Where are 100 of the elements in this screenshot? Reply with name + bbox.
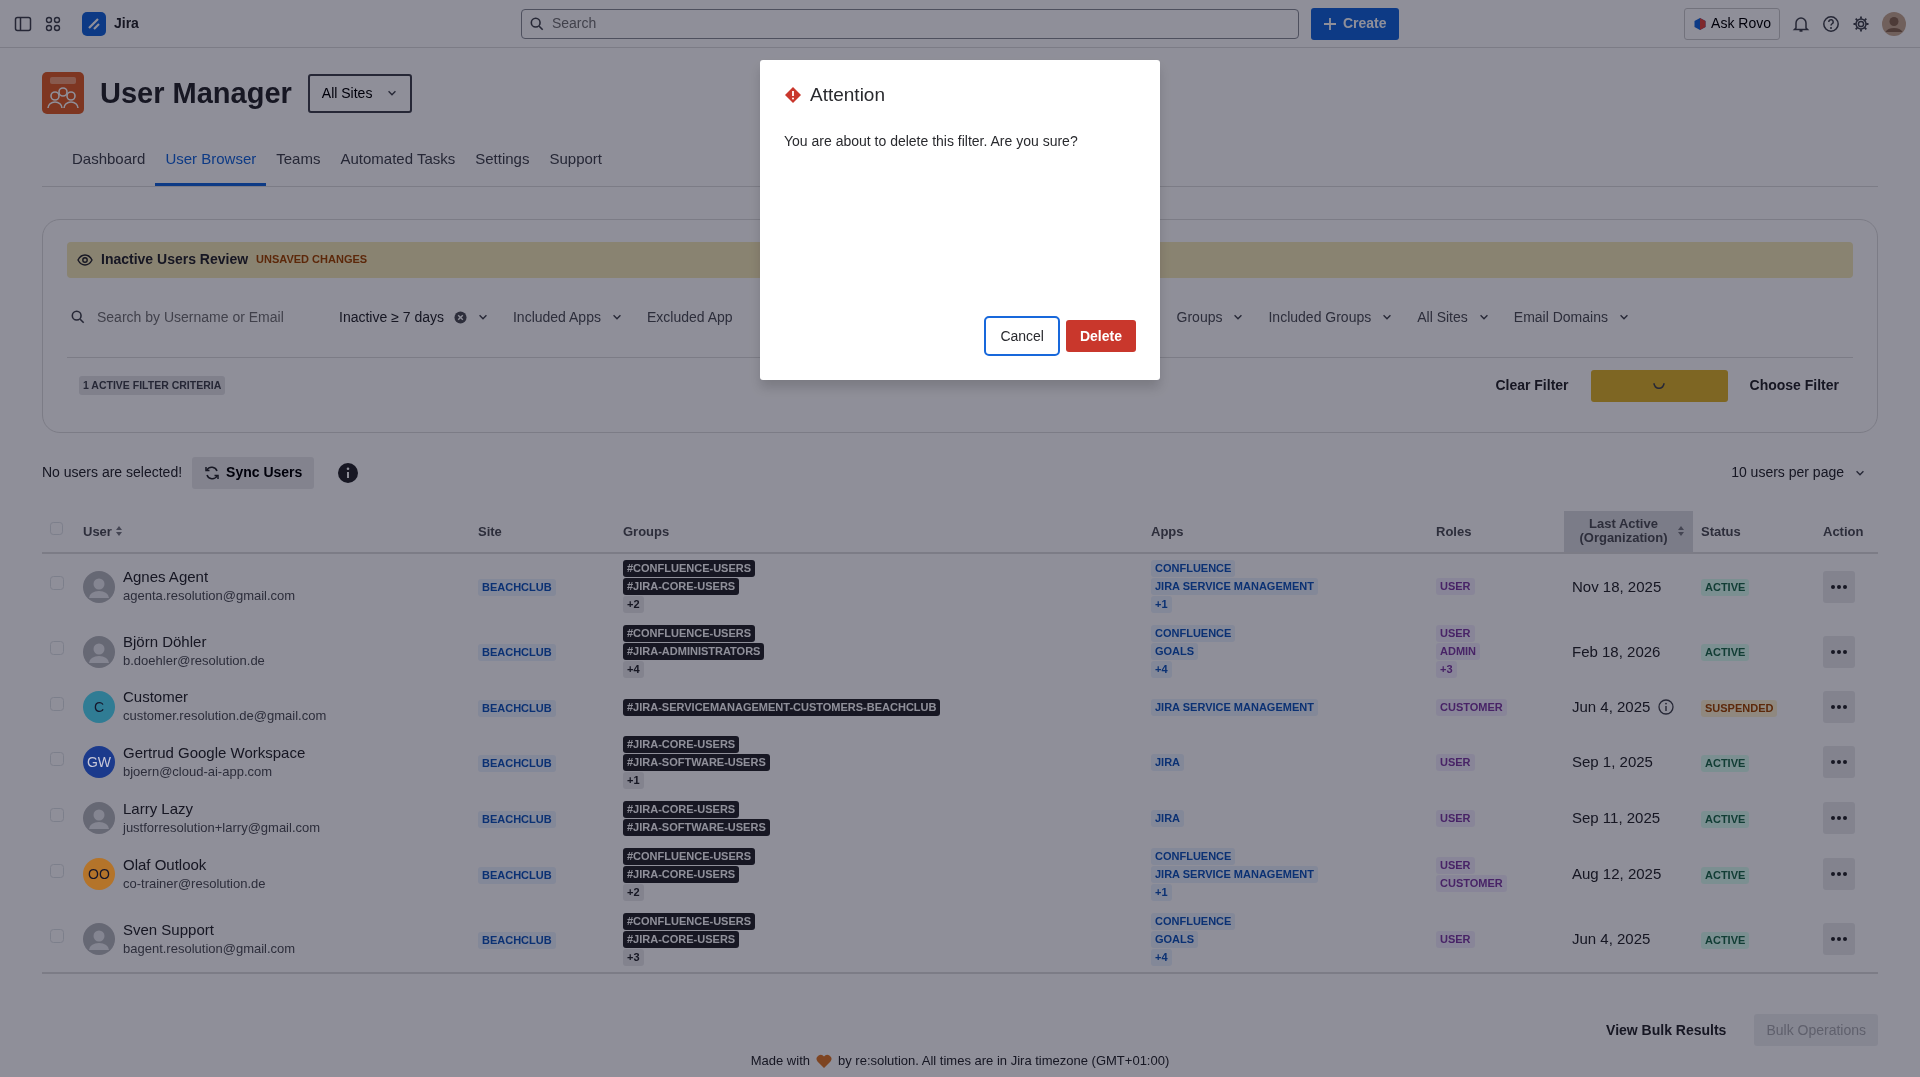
more-tag[interactable]: +2	[623, 883, 644, 901]
status-tag: ACTIVE	[1701, 931, 1750, 949]
column-header: Action	[1815, 510, 1878, 554]
sync-users-button[interactable]: Sync Users	[192, 456, 315, 489]
sync-icon	[204, 464, 221, 481]
sort-icon	[115, 526, 122, 537]
create-button[interactable]: Create	[1310, 7, 1399, 40]
filter-dropdown[interactable]: Included Groups	[1256, 306, 1406, 328]
more-tag[interactable]: +4	[623, 661, 644, 679]
app-name[interactable]: Jira	[114, 13, 139, 34]
last-active-date: Nov 18, 2025	[1572, 576, 1662, 597]
filter-name: Inactive Users Review	[101, 250, 249, 269]
column-header: Apps	[1143, 510, 1428, 554]
more-actions-button[interactable]	[1823, 858, 1855, 891]
sidebar-toggle-icon[interactable]	[14, 14, 32, 33]
more-actions-button[interactable]	[1823, 691, 1855, 724]
nav-tab[interactable]: Support	[539, 140, 612, 186]
user-email: b.doehler@resolution.de	[123, 652, 265, 671]
user-name[interactable]: Agnes Agent	[123, 568, 296, 587]
criteria-tag: 1 ACTIVE FILTER CRITERIA	[79, 375, 226, 396]
view-bulk-results-button[interactable]: View Bulk Results	[1592, 1013, 1741, 1047]
app-tag: CONFLUENCE	[1151, 560, 1236, 578]
page-size-select[interactable]: 10 users per page	[1719, 462, 1878, 483]
more-tag[interactable]: +3	[623, 948, 644, 966]
dots-icon	[1831, 705, 1847, 710]
group-tag: #JIRA-CORE-USERS	[623, 735, 740, 753]
hexagon-logo-icon	[1693, 16, 1708, 31]
last-active-date: Jun 4, 2025	[1572, 696, 1651, 717]
more-actions-button[interactable]	[1823, 746, 1855, 779]
role-tag: USER	[1436, 809, 1475, 827]
app-tag: CONFLUENCE	[1151, 847, 1236, 865]
bell-icon[interactable]	[1792, 14, 1810, 33]
more-tag[interactable]: +4	[1151, 661, 1172, 679]
search-input[interactable]: Search	[549, 12, 1290, 35]
user-name[interactable]: Larry Lazy	[123, 799, 321, 818]
user-name[interactable]: Customer	[123, 688, 327, 707]
avatar: GW	[83, 746, 115, 779]
status-tag: ACTIVE	[1701, 754, 1750, 772]
info-icon[interactable]	[1658, 699, 1675, 716]
user-email: agenta.resolution@gmail.com	[123, 587, 296, 606]
user-name[interactable]: Sven Support	[123, 920, 296, 939]
help-icon[interactable]	[1822, 14, 1840, 33]
more-actions-button[interactable]	[1823, 570, 1855, 603]
role-tag: USER	[1436, 625, 1475, 643]
more-actions-button[interactable]	[1823, 923, 1855, 956]
column-header[interactable]: User	[75, 510, 470, 554]
choose-filter-button[interactable]: Choose Filter	[1735, 369, 1853, 402]
delete-button[interactable]: Delete	[1065, 320, 1136, 352]
app-grid-icon[interactable]	[44, 14, 62, 33]
filter-dropdown[interactable]: Included Apps	[500, 306, 635, 328]
settings-icon[interactable]	[1852, 14, 1870, 33]
filter-dropdown[interactable]: Excluded App	[634, 306, 745, 328]
cancel-button[interactable]: Cancel	[984, 316, 1060, 356]
filter-dropdown[interactable]: Email Domains	[1501, 306, 1642, 328]
last-active-date: Sep 11, 2025	[1572, 808, 1661, 829]
more-actions-button[interactable]	[1823, 802, 1855, 835]
site-tag: BEACHCLUB	[478, 810, 556, 828]
user-name[interactable]: Gertrud Google Workspace	[123, 743, 306, 762]
status-tag: ACTIVE	[1701, 810, 1750, 828]
user-name[interactable]: Olaf Outlook	[123, 855, 266, 874]
nav-tab[interactable]: Settings	[465, 140, 540, 186]
group-tag: #CONFLUENCE-USERS	[623, 847, 756, 865]
clear-filter-button[interactable]: Clear Filter	[1481, 369, 1583, 402]
avatar-icon[interactable]	[1882, 11, 1906, 36]
app-tag: GOALS	[1151, 643, 1199, 661]
more-tag[interactable]: +4	[1151, 948, 1172, 966]
nav-tab[interactable]: Teams	[266, 140, 331, 186]
more-tag[interactable]: +1	[623, 771, 644, 789]
warning-icon	[784, 86, 802, 105]
group-tag: #CONFLUENCE-USERS	[623, 625, 756, 643]
last-active-date: Aug 12, 2025	[1572, 864, 1662, 885]
info-icon[interactable]	[338, 462, 359, 483]
filter-dropdown[interactable]: All Sites	[1405, 306, 1502, 328]
ask-rovo-button[interactable]: Ask Rovo	[1684, 7, 1780, 40]
user-search-field[interactable]: Search by Username or Email	[95, 305, 327, 329]
group-tag: #JIRA-SOFTWARE-USERS	[623, 818, 770, 836]
nav-tab[interactable]: Dashboard	[62, 140, 156, 186]
nav-tab[interactable]: Automated Tasks	[330, 140, 466, 186]
more-actions-button[interactable]	[1823, 635, 1855, 668]
group-tag: #JIRA-CORE-USERS	[623, 930, 740, 948]
nav-tab[interactable]: User Browser	[155, 140, 267, 186]
more-tag[interactable]: +1	[1151, 596, 1172, 614]
app-logo-icon[interactable]	[82, 11, 106, 36]
status-tag: ACTIVE	[1701, 866, 1750, 884]
more-tag[interactable]: +3	[1436, 661, 1457, 679]
filter-dropdown[interactable]: Groups	[1164, 306, 1257, 328]
site-tag: BEACHCLUB	[478, 579, 556, 597]
filter-dropdown[interactable]: Inactive ≥ 7 days	[327, 306, 501, 328]
more-tag[interactable]: +1	[1151, 883, 1172, 901]
user-name[interactable]: Björn Döhler	[123, 633, 265, 652]
group-tag: #JIRA-CORE-USERS	[623, 865, 740, 883]
more-tag[interactable]: +2	[623, 596, 644, 614]
site-select[interactable]: All Sites	[307, 73, 413, 113]
clear-icon[interactable]	[453, 310, 467, 324]
role-tag: CUSTOMER	[1436, 874, 1507, 892]
user-email: bagent.resolution@gmail.com	[123, 939, 296, 958]
search-field[interactable]: Search	[520, 8, 1299, 39]
sorted-column-header[interactable]: Last Active (Organization)	[1564, 510, 1693, 554]
last-active-date: Sep 1, 2025	[1572, 752, 1653, 773]
app-tag: JIRA SERVICE MANAGEMENT	[1151, 865, 1318, 883]
